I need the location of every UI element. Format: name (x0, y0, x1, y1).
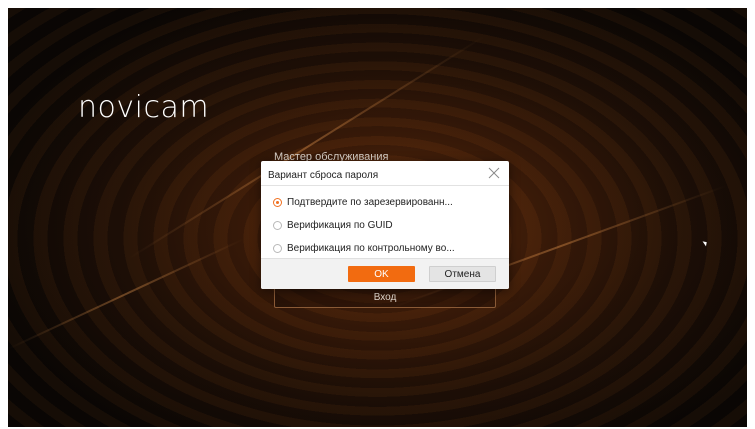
option-label: Подтвердите по зарезервированн... (287, 197, 453, 208)
option-label: Верификация по контрольному во... (287, 243, 455, 254)
password-reset-dialog: Вариант сброса пароля Подтвердите по зар… (261, 161, 509, 289)
radio-button[interactable] (273, 221, 282, 230)
option-label: Верификация по GUID (287, 220, 393, 231)
radio-button[interactable] (273, 244, 282, 253)
dialog-title: Вариант сброса пароля (268, 170, 379, 181)
option-security-question[interactable]: Верификация по контрольному во... (273, 243, 455, 254)
login-button[interactable]: Вход (274, 286, 496, 308)
novicam-logo: novicam (78, 90, 210, 125)
login-screen: novicam Мастер обслуживания Вход Вариант… (8, 8, 747, 427)
option-guid[interactable]: Верификация по GUID (273, 220, 393, 231)
close-icon[interactable] (487, 166, 501, 180)
ok-button[interactable]: OK (348, 266, 415, 282)
radio-button-checked[interactable] (273, 198, 282, 207)
cancel-button[interactable]: Отмена (429, 266, 496, 282)
option-reserved-email[interactable]: Подтвердите по зарезервированн... (273, 197, 453, 208)
dialog-footer: OK Отмена (261, 258, 509, 289)
dialog-divider (261, 185, 509, 186)
